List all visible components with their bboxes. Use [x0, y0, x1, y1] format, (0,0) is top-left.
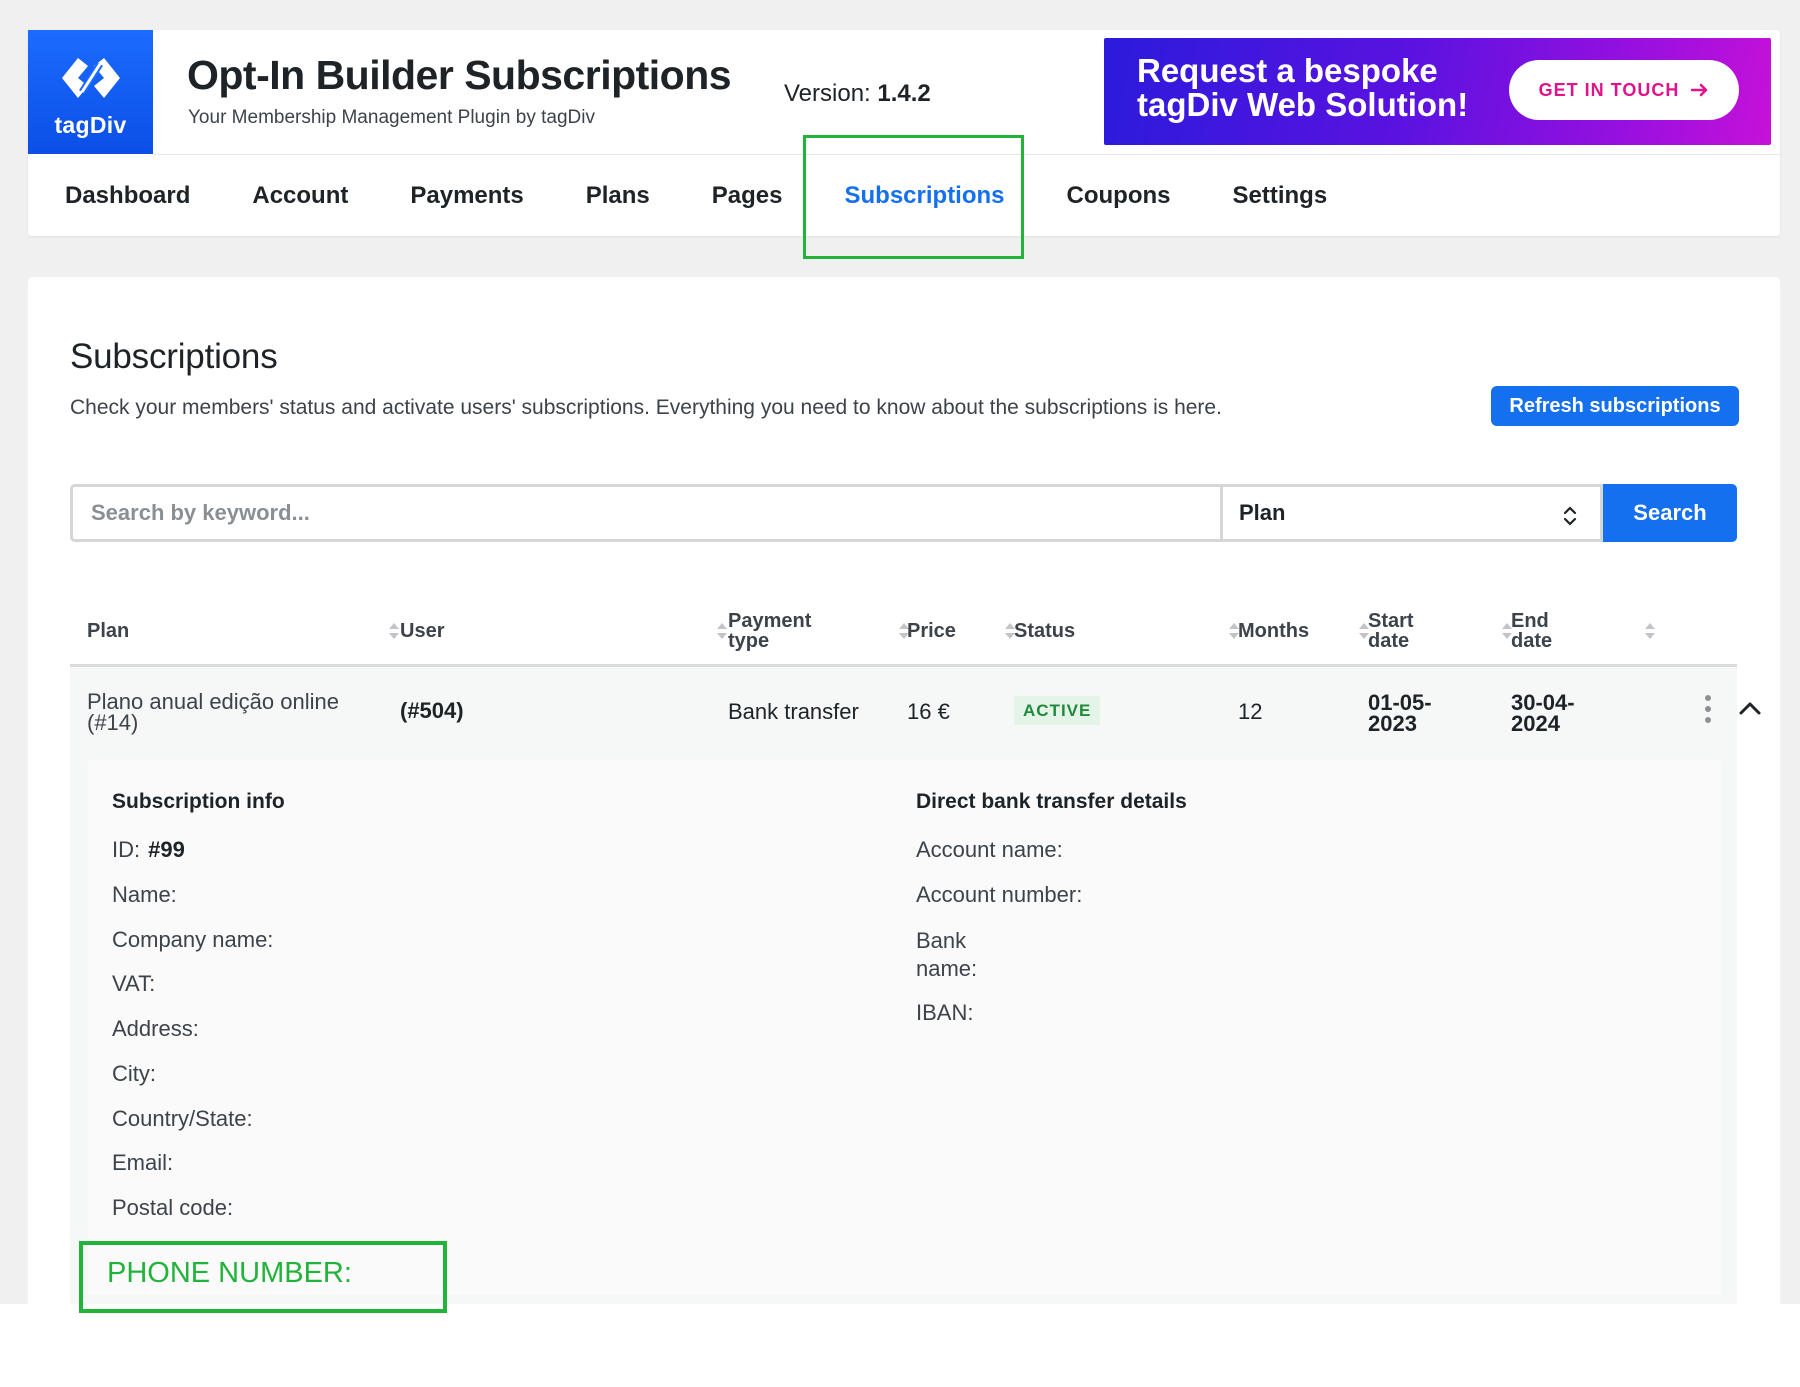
page-description: Check your members' status and activate … [70, 396, 1222, 419]
plan-select-value: Plan [1239, 500, 1286, 525]
more-options-icon[interactable] [1704, 694, 1712, 724]
tab-dashboard[interactable]: Dashboard [65, 182, 190, 210]
logo-text: tagDiv [54, 111, 127, 138]
search-button[interactable]: Search [1603, 484, 1737, 542]
id-line: ID: #99 [112, 837, 185, 863]
status-badge: ACTIVE [1014, 696, 1101, 725]
postal-code-label: Postal code: [112, 1195, 234, 1220]
tab-coupons[interactable]: Coupons [1067, 182, 1171, 210]
iban-label: IBAN: [916, 1000, 974, 1025]
id-label: ID: [112, 837, 141, 862]
table-header: Plan User Payment type Price Status Mont… [70, 597, 1737, 667]
tagdiv-logo-icon [61, 57, 120, 98]
sort-icon[interactable] [388, 622, 400, 640]
bank-transfer-title: Direct bank transfer details [916, 790, 1187, 813]
account-name-label: Account name: [916, 837, 1063, 862]
cell-plan: Plano anual edição online (#14) [87, 689, 339, 735]
column-months[interactable]: Months [1238, 597, 1309, 664]
cell-price: 16 € [907, 699, 950, 724]
search-bar: Plan Search [70, 484, 1737, 542]
tab-payments[interactable]: Payments [410, 182, 523, 210]
subscriptions-tab-highlight [803, 135, 1024, 259]
page-title: Subscriptions [70, 337, 278, 376]
tagdiv-logo: tagDiv [28, 30, 153, 154]
tab-settings[interactable]: Settings [1233, 182, 1328, 210]
version-value: 1.4.2 [877, 80, 931, 107]
column-start-date[interactable]: Start date [1368, 597, 1438, 664]
promo-banner[interactable]: Request a bespoke tagDiv Web Solution! G… [1104, 38, 1771, 145]
address-label: Address: [112, 1016, 199, 1041]
country-label: Country/State: [112, 1106, 253, 1131]
column-user[interactable]: User [400, 597, 444, 664]
plugin-title: Opt-In Builder Subscriptions [187, 52, 732, 98]
column-plan[interactable]: Plan [87, 597, 129, 664]
column-price[interactable]: Price [907, 597, 956, 664]
column-status[interactable]: Status [1014, 597, 1075, 664]
tab-plans[interactable]: Plans [586, 182, 650, 210]
name-label: Name: [112, 882, 177, 907]
plugin-subtitle: Your Membership Management Plugin by tag… [188, 107, 595, 128]
column-end-date[interactable]: End date [1511, 597, 1581, 664]
cell-start-date: 01-05-2023 [1368, 690, 1432, 736]
table-row[interactable]: Plano anual edição online (#14) (#504) B… [70, 667, 1761, 760]
search-input[interactable] [70, 484, 1220, 542]
phone-number-label: PHONE NUMBER: [107, 1257, 352, 1289]
tab-pages[interactable]: Pages [712, 182, 783, 210]
cell-payment-type: Bank transfer [728, 699, 859, 724]
subscription-info-title: Subscription info [112, 790, 285, 813]
refresh-subscriptions-button[interactable]: Refresh subscriptions [1491, 386, 1739, 426]
details-card: Subscription info ID: #99 Name: Company n… [88, 760, 1721, 1295]
email-label: Email: [112, 1150, 174, 1175]
version-label: Version: [784, 80, 871, 107]
sort-icon[interactable] [1644, 622, 1656, 640]
subscription-details: Subscription info ID: #99 Name: Company n… [70, 760, 1737, 1324]
cell-months: 12 [1238, 699, 1263, 724]
get-in-touch-button[interactable]: GET IN TOUCH [1509, 60, 1739, 120]
subscriptions-panel: Subscriptions Check your members' status… [28, 277, 1780, 1387]
tab-account[interactable]: Account [252, 182, 348, 210]
banner-text: Request a bespoke tagDiv Web Solution! [1137, 52, 1469, 123]
company-label: Company name: [112, 927, 274, 952]
arrow-right-icon [1691, 83, 1708, 97]
get-in-touch-label: GET IN TOUCH [1538, 79, 1680, 100]
city-label: City: [112, 1061, 156, 1086]
id-value: #99 [148, 837, 185, 862]
bank-name-label: Bank name: [916, 928, 978, 981]
cell-user[interactable]: (#504) [400, 700, 464, 722]
vat-label: VAT: [112, 971, 156, 996]
plan-select[interactable]: Plan [1220, 484, 1603, 542]
column-payment-type[interactable]: Payment type [728, 597, 838, 664]
sort-icon[interactable] [716, 622, 728, 640]
cell-end-date: 30-04-2024 [1511, 690, 1575, 736]
version-info: Version: 1.4.2 [784, 80, 931, 108]
select-arrows-icon [1563, 506, 1577, 526]
account-number-label: Account number: [916, 882, 1083, 907]
chevron-up-icon[interactable] [1738, 700, 1762, 716]
page-bottom [0, 1304, 1800, 1387]
